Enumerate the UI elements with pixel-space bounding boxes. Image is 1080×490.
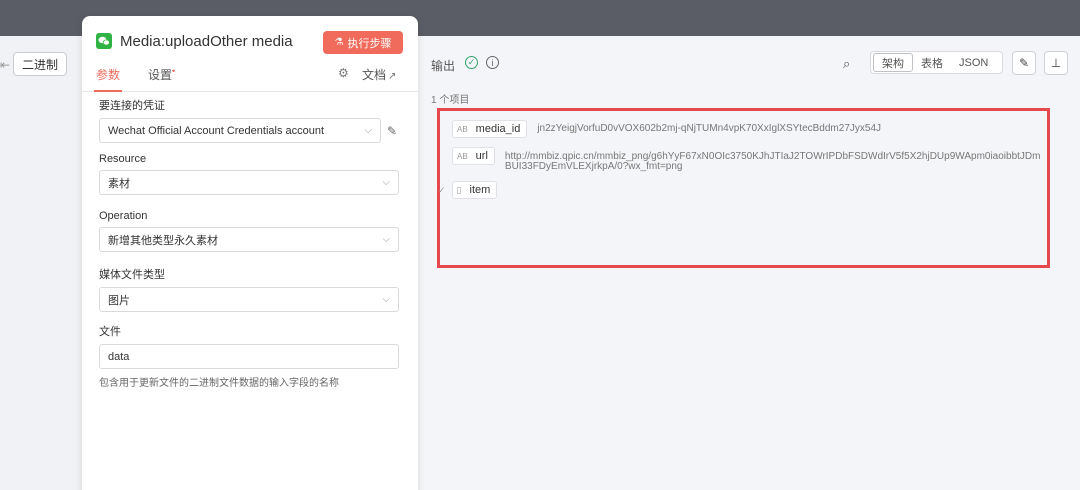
input-panel-strip: ⇤ 二进制 (0, 36, 82, 490)
pin-icon: ⊥ (1050, 56, 1062, 70)
key-media-id: media_id (475, 123, 521, 135)
execute-step-label: 执行步骤 (347, 37, 392, 50)
expand-toggle-icon[interactable]: ✓ (438, 185, 446, 196)
string-type-icon: AB (457, 151, 468, 161)
media-type-select[interactable]: 图片 ⌵ (99, 287, 399, 312)
view-option-table[interactable]: 表格 (913, 53, 951, 72)
file-input[interactable]: data (99, 344, 399, 369)
binary-view-button[interactable]: 二进制 (13, 52, 67, 76)
operation-select[interactable]: 新增其他类型永久素材 ⌵ (99, 227, 399, 252)
info-icon[interactable]: i (486, 56, 499, 69)
file-field: 文件 data 包含用于更新文件的二进制文件数据的输入字段的名称 (99, 323, 399, 389)
edit-credentials-icon[interactable]: ✎ (387, 124, 397, 138)
key-item: item (469, 184, 491, 196)
credentials-value: Wechat Official Account Credentials acco… (108, 124, 325, 137)
check-circle-icon: ✓ (465, 56, 478, 69)
external-link-icon: ↗ (388, 71, 397, 82)
settings-changed-dot: • (172, 66, 176, 76)
output-view-toggle: 架构 表格 JSON (870, 51, 1003, 74)
docs-link[interactable]: 文档 ↗ (362, 66, 396, 83)
media-type-value: 图片 (108, 294, 130, 307)
value-media-id: jn2zYeigjVorfuD0vVOX602b2mj-qNjTUMn4vpK7… (537, 123, 882, 134)
resource-label: Resource (99, 153, 147, 165)
resource-field: Resource 素材 ⌵ (99, 153, 399, 195)
chevron-down-icon: ⌵ (382, 177, 390, 188)
media-type-field: 媒体文件类型 图片 ⌵ (99, 266, 399, 312)
search-icon[interactable]: ⌕ (843, 56, 850, 72)
credentials-label: 要连接的凭证 (99, 100, 165, 112)
file-input-value: data (108, 350, 130, 363)
chevron-down-icon: ⌵ (382, 234, 390, 245)
credentials-field: 要连接的凭证 Wechat Official Account Credentia… (99, 97, 399, 143)
tab-settings[interactable]: 设置• (148, 66, 175, 83)
value-url: http://mmbiz.qpic.cn/mmbiz_png/g6hYyF67x… (504, 151, 1041, 172)
operation-value: 新增其他类型永久素材 (108, 234, 218, 247)
execute-step-button[interactable]: ⚗ 执行步骤 (323, 31, 403, 54)
object-type-icon: ▯ (456, 184, 462, 195)
resource-value: 素材 (108, 177, 130, 190)
node-tabs: 参数 设置• ⚙ 文档 ↗ (82, 64, 418, 92)
operation-label: Operation (99, 210, 148, 222)
edit-output-button[interactable]: ✎ (1012, 51, 1036, 75)
tab-parameters[interactable]: 参数 (93, 66, 123, 92)
view-option-json[interactable]: JSON (951, 53, 996, 72)
view-option-schema[interactable]: 架构 (873, 53, 913, 72)
gear-icon[interactable]: ⚙ (338, 66, 349, 80)
docs-label: 文档 (362, 68, 387, 82)
operation-field: Operation 新增其他类型永久素材 ⌵ (99, 210, 399, 252)
credentials-select[interactable]: Wechat Official Account Credentials acco… (99, 118, 381, 143)
output-row-media-id: AB media_id jn2zYeigjVorfuD0vVOX602b2mj-… (452, 120, 881, 138)
output-row-item: ✓ ▯ item (438, 181, 498, 199)
node-title: Media:uploadOther media (120, 33, 293, 50)
key-chip-item[interactable]: ▯ item (451, 181, 498, 199)
key-chip-media-id[interactable]: AB media_id (452, 120, 528, 138)
chevron-down-icon: ⌵ (364, 125, 372, 136)
media-type-label: 媒体文件类型 (99, 269, 165, 281)
pencil-icon: ✎ (1018, 56, 1030, 70)
wechat-icon (96, 33, 112, 49)
string-type-icon: AB (457, 124, 468, 134)
tab-settings-label: 设置 (148, 68, 173, 82)
collapse-arrow-icon[interactable]: ⇤ (0, 58, 10, 72)
flask-icon: ⚗ (334, 37, 344, 48)
file-hint: 包含用于更新文件的二进制文件数据的输入字段的名称 (99, 378, 339, 389)
node-header: Media:uploadOther media ⚗ 执行步骤 (82, 16, 418, 68)
pin-output-button[interactable]: ⊥ (1044, 51, 1068, 75)
key-chip-url[interactable]: AB url (452, 147, 495, 165)
node-parameters-panel: Media:uploadOther media ⚗ 执行步骤 参数 设置• ⚙ … (82, 16, 418, 490)
output-row-url: AB url http://mmbiz.qpic.cn/mmbiz_png/g6… (452, 147, 1045, 172)
file-label: 文件 (99, 326, 121, 338)
items-count: 1 个项目 (431, 95, 470, 106)
key-url: url (475, 150, 488, 162)
resource-select[interactable]: 素材 ⌵ (99, 170, 399, 195)
output-title: 输出 (431, 59, 456, 73)
chevron-down-icon: ⌵ (382, 294, 390, 305)
